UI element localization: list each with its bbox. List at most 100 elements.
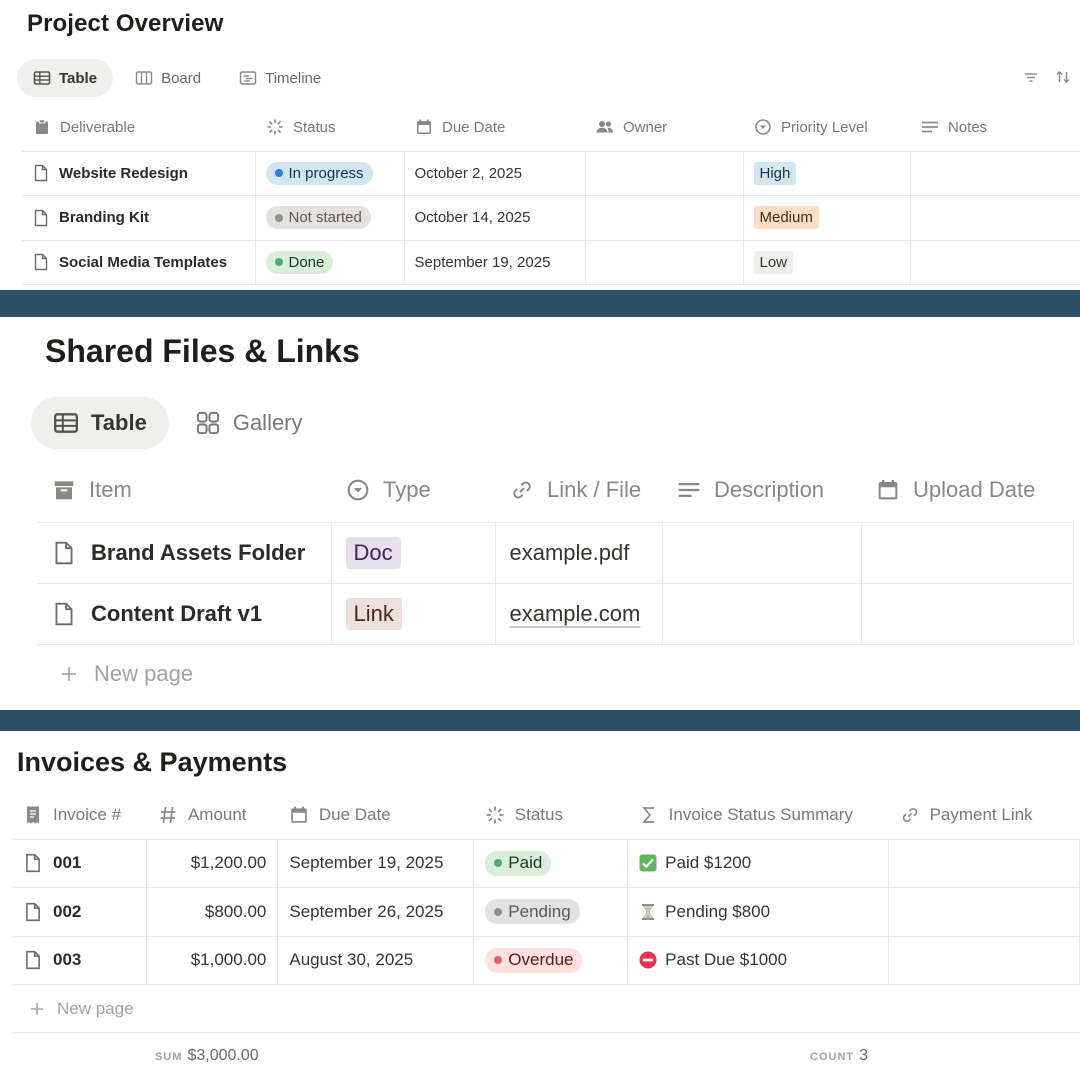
- table-row[interactable]: Branding Kit Not started October 14, 202…: [22, 195, 1080, 241]
- type-badge[interactable]: Link: [345, 597, 402, 630]
- page-icon: [32, 164, 50, 182]
- table-row[interactable]: Website Redesign In progress October 2, …: [22, 151, 1080, 196]
- deliverable-cell[interactable]: Branding Kit: [32, 209, 245, 227]
- status-badge[interactable]: Not started: [265, 206, 371, 230]
- invoice-number-cell[interactable]: 001: [23, 853, 135, 873]
- count-value: 3: [859, 1047, 869, 1064]
- column-header-status[interactable]: Status: [473, 796, 628, 840]
- column-header-payment-link[interactable]: Payment Link: [888, 796, 1080, 840]
- project-overview-panel: Project Overview Table Board Timeline De…: [0, 0, 1080, 290]
- invoices-table: Invoice # Amount Due Date Status Invoice…: [12, 796, 1080, 985]
- tab-label: Board: [161, 69, 202, 87]
- column-header-invoice-status-summary[interactable]: Invoice Status Summary: [627, 796, 889, 840]
- type-badge[interactable]: Doc: [345, 536, 401, 569]
- priority-badge[interactable]: Medium: [753, 206, 819, 230]
- owner-cell[interactable]: [585, 240, 744, 285]
- column-header-status[interactable]: Status: [255, 108, 404, 152]
- calendar-icon: [289, 805, 309, 825]
- table-row[interactable]: Content Draft v1 Link example.com: [37, 583, 1074, 645]
- tab-table[interactable]: Table: [17, 59, 114, 97]
- amount-cell[interactable]: $1,000.00: [146, 936, 279, 985]
- column-header-description[interactable]: Description: [662, 464, 861, 523]
- item-cell[interactable]: Brand Assets Folder: [51, 540, 317, 566]
- tab-timeline[interactable]: Timeline: [223, 59, 337, 97]
- status-summary-cell[interactable]: Pending $800: [639, 902, 877, 922]
- filter-icon[interactable]: [1022, 68, 1040, 86]
- status-badge[interactable]: Paid: [485, 850, 552, 876]
- new-page-label: New page: [57, 999, 134, 1018]
- payment-link-cell[interactable]: [888, 887, 1080, 937]
- table-row[interactable]: 003 $1,000.00 August 30, 2025 Overdue Pa…: [12, 936, 1080, 985]
- table-row[interactable]: 002 $800.00 September 26, 2025 Pending P…: [12, 887, 1080, 937]
- priority-badge[interactable]: High: [753, 161, 797, 185]
- item-cell[interactable]: Content Draft v1: [51, 601, 317, 627]
- view-tabs: Table Board Timeline: [17, 59, 343, 97]
- column-header-link-file[interactable]: Link / File: [495, 464, 662, 523]
- column-header-type[interactable]: Type: [331, 464, 495, 523]
- project-table: Deliverable Status Due Date Owner Priori…: [22, 108, 1080, 285]
- invoice-number-cell[interactable]: 002: [23, 902, 135, 922]
- amount-cell[interactable]: $1,200.00: [146, 839, 279, 888]
- deliverable-cell[interactable]: Social Media Templates: [32, 253, 245, 271]
- notes-cell[interactable]: [910, 195, 1080, 241]
- payment-link-cell[interactable]: [888, 936, 1080, 985]
- owner-cell[interactable]: [585, 151, 744, 196]
- notes-cell[interactable]: [910, 151, 1080, 196]
- column-header-upload-date[interactable]: Upload Date: [861, 464, 1073, 523]
- priority-badge[interactable]: Low: [753, 250, 794, 274]
- column-header-due-date[interactable]: Due Date: [277, 796, 474, 840]
- new-page-label: New page: [94, 661, 194, 686]
- page-title: Project Overview: [27, 10, 224, 37]
- page-icon: [23, 902, 43, 922]
- notes-cell[interactable]: [910, 240, 1080, 285]
- payment-link-cell[interactable]: [888, 839, 1080, 888]
- table-row[interactable]: Brand Assets Folder Doc example.pdf: [37, 522, 1074, 584]
- due-date-cell[interactable]: October 14, 2025: [404, 195, 586, 241]
- column-header-deliverable[interactable]: Deliverable: [22, 108, 255, 152]
- tab-table[interactable]: Table: [31, 397, 169, 449]
- deliverable-cell[interactable]: Website Redesign: [32, 164, 245, 182]
- description-cell[interactable]: [662, 583, 862, 645]
- table-row[interactable]: Social Media Templates Done September 19…: [22, 240, 1080, 285]
- plus-icon: [29, 1001, 45, 1017]
- upload-date-cell[interactable]: [861, 522, 1074, 584]
- status-summary-cell[interactable]: Past Due $1000: [639, 950, 877, 970]
- column-header-amount[interactable]: Amount: [146, 796, 278, 840]
- new-page-button[interactable]: New page: [58, 661, 193, 687]
- table-row[interactable]: 001 $1,200.00 September 19, 2025 Paid Pa…: [12, 839, 1080, 888]
- column-header-due-date[interactable]: Due Date: [404, 108, 585, 152]
- new-page-button[interactable]: New page: [29, 999, 134, 1019]
- link-cell[interactable]: example.pdf: [495, 522, 663, 584]
- receipt-icon: [23, 805, 43, 825]
- column-header-notes[interactable]: Notes: [910, 108, 1080, 152]
- owner-cell[interactable]: [585, 195, 744, 241]
- due-date-cell[interactable]: October 2, 2025: [404, 151, 586, 196]
- status-badge[interactable]: Pending: [485, 899, 580, 925]
- column-header-priority-level[interactable]: Priority Level: [743, 108, 910, 152]
- invoice-number-cell[interactable]: 003: [23, 950, 135, 970]
- table-icon: [33, 69, 51, 87]
- tab-board[interactable]: Board: [119, 59, 217, 97]
- tab-gallery[interactable]: Gallery: [173, 397, 325, 449]
- column-header-owner[interactable]: Owner: [585, 108, 743, 152]
- description-cell[interactable]: [662, 522, 862, 584]
- link-cell[interactable]: example.com: [510, 601, 641, 626]
- due-date-cell[interactable]: September 26, 2025: [277, 887, 475, 937]
- upload-date-cell[interactable]: [861, 583, 1074, 645]
- column-header-item[interactable]: Item: [37, 464, 331, 523]
- count-calculation[interactable]: COUNT 3: [810, 1047, 868, 1065]
- status-badge[interactable]: Overdue: [485, 947, 583, 973]
- page-icon: [51, 540, 77, 566]
- due-date-cell[interactable]: September 19, 2025: [277, 839, 475, 888]
- column-header-invoice-number[interactable]: Invoice #: [12, 796, 147, 840]
- link-icon: [900, 805, 920, 825]
- status-summary-cell[interactable]: Paid $1200: [639, 853, 877, 873]
- sort-icon[interactable]: [1054, 68, 1072, 86]
- view-tabs: Table Gallery: [31, 397, 329, 449]
- due-date-cell[interactable]: August 30, 2025: [277, 936, 475, 985]
- status-badge[interactable]: Done: [265, 250, 334, 274]
- amount-cell[interactable]: $800.00: [146, 887, 279, 937]
- due-date-cell[interactable]: September 19, 2025: [404, 240, 586, 285]
- sum-calculation[interactable]: SUM $3,000.00: [155, 1047, 259, 1065]
- status-badge[interactable]: In progress: [265, 161, 373, 185]
